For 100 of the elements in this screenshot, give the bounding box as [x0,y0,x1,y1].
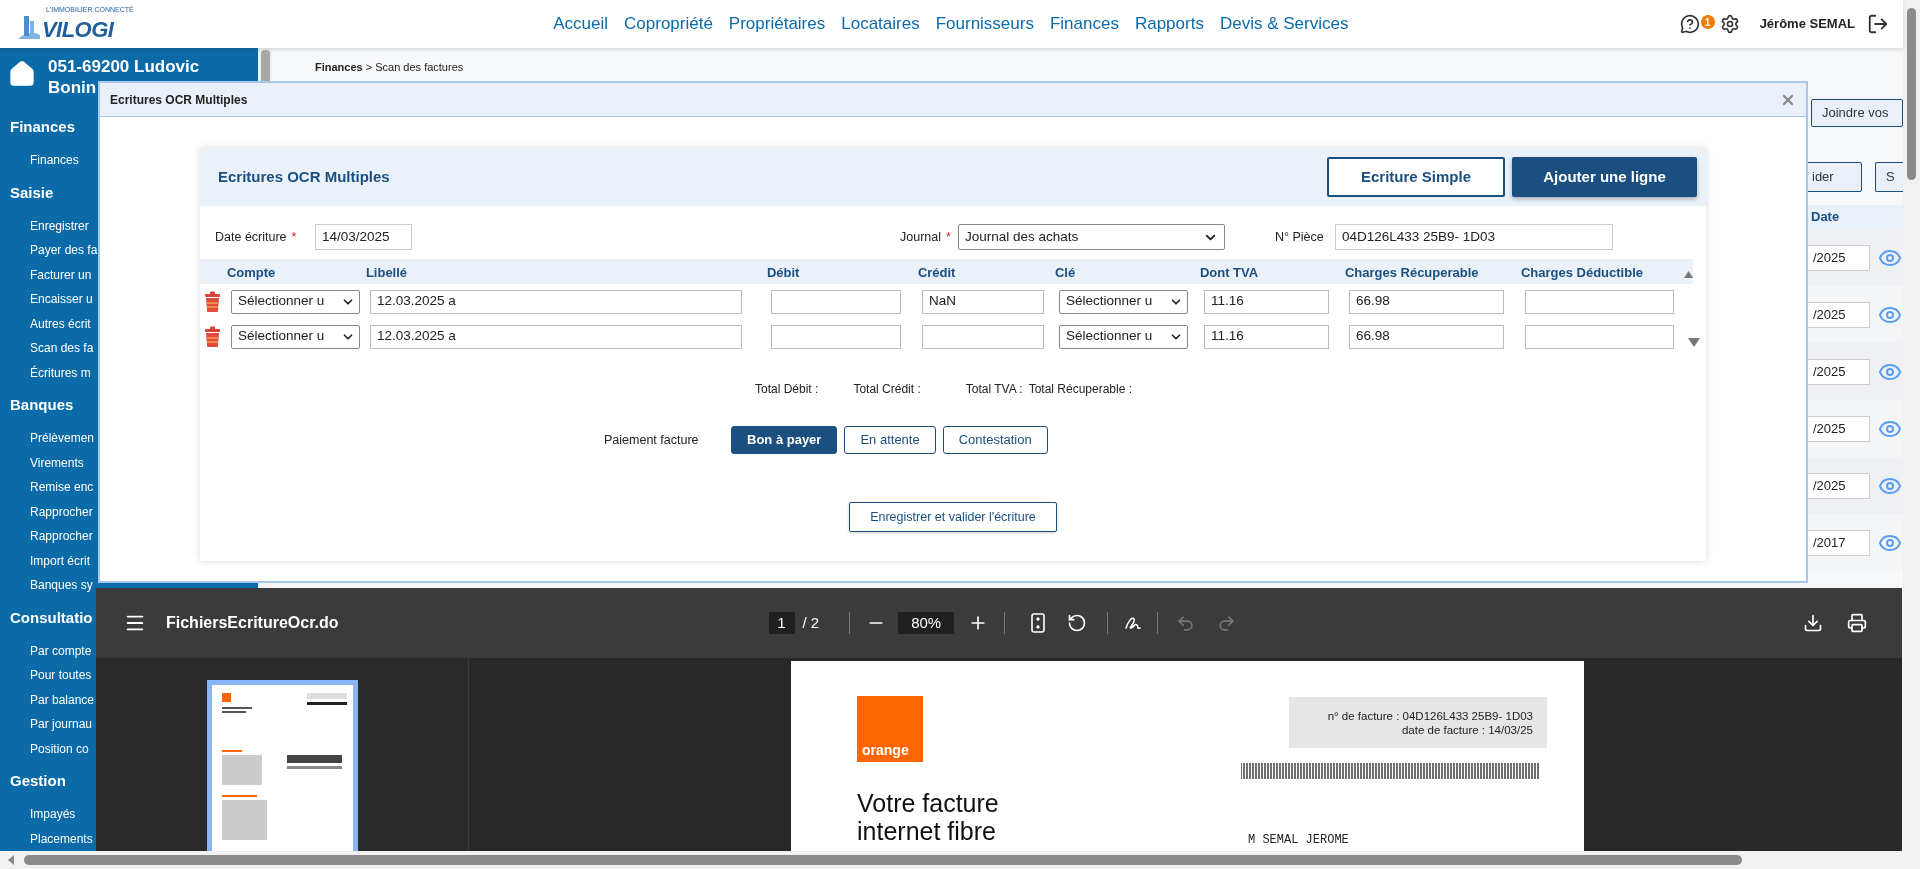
sidebar-item[interactable]: Import écrit [30,548,90,573]
sidebar-item[interactable]: Impayés [30,802,76,827]
sidebar-item[interactable]: Position co [30,736,89,761]
page-scrollbar[interactable] [1903,0,1920,851]
text-field[interactable]: 04D126L433 25B9- 1D03 [1335,224,1613,250]
horizontal-scrollbar[interactable] [0,851,1920,869]
scroll-down-icon[interactable] [1688,338,1700,347]
action-button[interactable]: S [1875,162,1903,192]
row-field[interactable]: 12.03.2025 a [370,324,742,349]
settings-icon[interactable] [1719,14,1740,34]
sidebar-item[interactable]: Payer des fa [30,238,98,263]
invoice-number: n° de facture : 04D126L433 25B9- 1D03 [1327,708,1533,723]
column-header: Débit [766,264,800,280]
download-icon[interactable] [1803,613,1823,633]
payment-option[interactable]: En attente [844,426,936,454]
trash-icon[interactable] [204,290,221,313]
sidebar-item[interactable]: Pour toutes [30,663,92,688]
trash-icon[interactable] [204,325,221,348]
total-label: Total TVA : [965,381,1023,398]
sidebar-item[interactable]: Finances [30,148,79,173]
sidebar-item[interactable]: Virements [30,450,84,475]
page-thumbnail[interactable] [207,680,358,851]
row-field[interactable]: 11.16 [1204,324,1329,349]
zoom-field[interactable]: 80% [898,612,955,634]
submit-button[interactable]: Enregistrer et valider l'écriture [849,502,1057,532]
sidebar-item[interactable]: Par journau [30,712,93,737]
rotate-icon[interactable] [1067,613,1088,633]
nav-link[interactable]: Copropriété [624,11,713,37]
user-name[interactable]: Jérôme SEMAL [1759,14,1855,34]
row-field[interactable] [922,324,1044,349]
file-name: FichiersEcritureOcr.do [166,613,339,633]
text-field[interactable]: 14/03/2025 [315,224,412,250]
row-field[interactable]: 66.98 [1349,324,1504,349]
nav-link[interactable]: Rapports [1134,11,1204,37]
field-label: N° Pièce [1275,228,1324,246]
row-field[interactable]: NaN [922,289,1044,314]
page-number-field[interactable]: 1 [768,612,795,634]
row-field[interactable] [771,289,901,314]
fit-page-icon[interactable] [1031,613,1046,633]
upload-button[interactable]: Joindre vos [1811,99,1903,127]
total-label: Total Récuperable : [1028,381,1133,398]
sidebar-item[interactable]: Rapprocher [30,524,93,549]
help-icon[interactable] [1679,14,1700,34]
column-header: Crédit [917,264,956,280]
payment-label: Paiement facture [604,431,700,449]
sidebar-item[interactable]: Par balance [30,687,95,712]
scroll-left-icon[interactable] [6,854,16,866]
modal-title: Ecritures OCR Multiples [110,91,248,109]
sidebar-item[interactable]: Autres écrit [30,311,91,336]
required-mark: * [291,228,297,246]
sidebar-item[interactable]: Encaisser u [30,287,93,312]
row-field[interactable]: 11.16 [1204,289,1329,314]
logo-text: orange [862,743,909,757]
row-field[interactable] [1525,289,1674,314]
logout-icon[interactable] [1867,13,1889,35]
row-select[interactable]: Sélectionner u [1059,324,1188,349]
header-button[interactable]: Ajouter une ligne [1512,157,1697,197]
row-field[interactable]: 12.03.2025 a [370,289,742,314]
sidebar-item[interactable]: Par compte [30,638,92,663]
row-field[interactable] [771,324,901,349]
sidebar-item[interactable]: Facturer un [30,262,92,287]
scroll-up-icon[interactable] [1683,270,1693,279]
invoice-title: internet fibre [857,817,997,845]
breadcrumb: Finances > Scan des factures [315,60,465,74]
sidebar-item[interactable]: Scan des fa [30,336,94,361]
field-label: Date écriture [215,228,287,246]
row-field[interactable] [1525,324,1674,349]
nav-link[interactable]: Locataires [841,11,920,37]
field-label: Journal [900,228,941,246]
home-icon[interactable] [8,60,36,88]
row-select[interactable]: Sélectionner u [231,324,360,349]
nav-link[interactable]: Finances [1049,11,1119,37]
barcode-icon [1241,763,1541,779]
property-title: 051-69200 Ludovic [48,56,200,77]
sidebar-item[interactable]: Rapprocher [30,499,93,524]
sidebar-item[interactable]: Écritures m [30,360,91,385]
sidebar-heading: Finances [10,117,76,137]
sidebar-item[interactable]: Remise enc [30,475,94,500]
row-select[interactable]: Sélectionner u [1059,289,1188,314]
sidebar-item[interactable]: Banques sy [30,573,93,598]
header-button[interactable]: Ecriture Simple [1327,157,1505,197]
nav-link[interactable]: Accueil [553,11,609,37]
invoice-date: date de facture : 14/03/25 [1401,722,1533,737]
sidebar-heading: Banques [10,395,74,415]
building-icon [16,13,42,41]
logo-text: VILOGI [42,15,114,44]
sidebar-item[interactable]: Enregistrer [30,213,89,238]
sidebar-heading: Consultatio [10,607,93,628]
payment-option[interactable]: Bon à payer [731,426,838,454]
property-title: Bonin [48,77,97,98]
nav-link[interactable]: Propriétaires [728,11,826,37]
nav-link[interactable]: Fournisseurs [935,11,1034,37]
payment-option[interactable]: Contestation [942,426,1048,454]
sidebar-item[interactable]: Placements [30,826,93,851]
row-field[interactable]: 66.98 [1349,289,1504,314]
row-select[interactable]: Sélectionner u [231,289,360,314]
sidebar-item[interactable]: Prélèvemen [30,426,95,451]
print-icon[interactable] [1847,613,1867,633]
nav-link[interactable]: Devis & Services [1219,11,1349,37]
journal-select[interactable]: Journal des achats [958,224,1225,250]
